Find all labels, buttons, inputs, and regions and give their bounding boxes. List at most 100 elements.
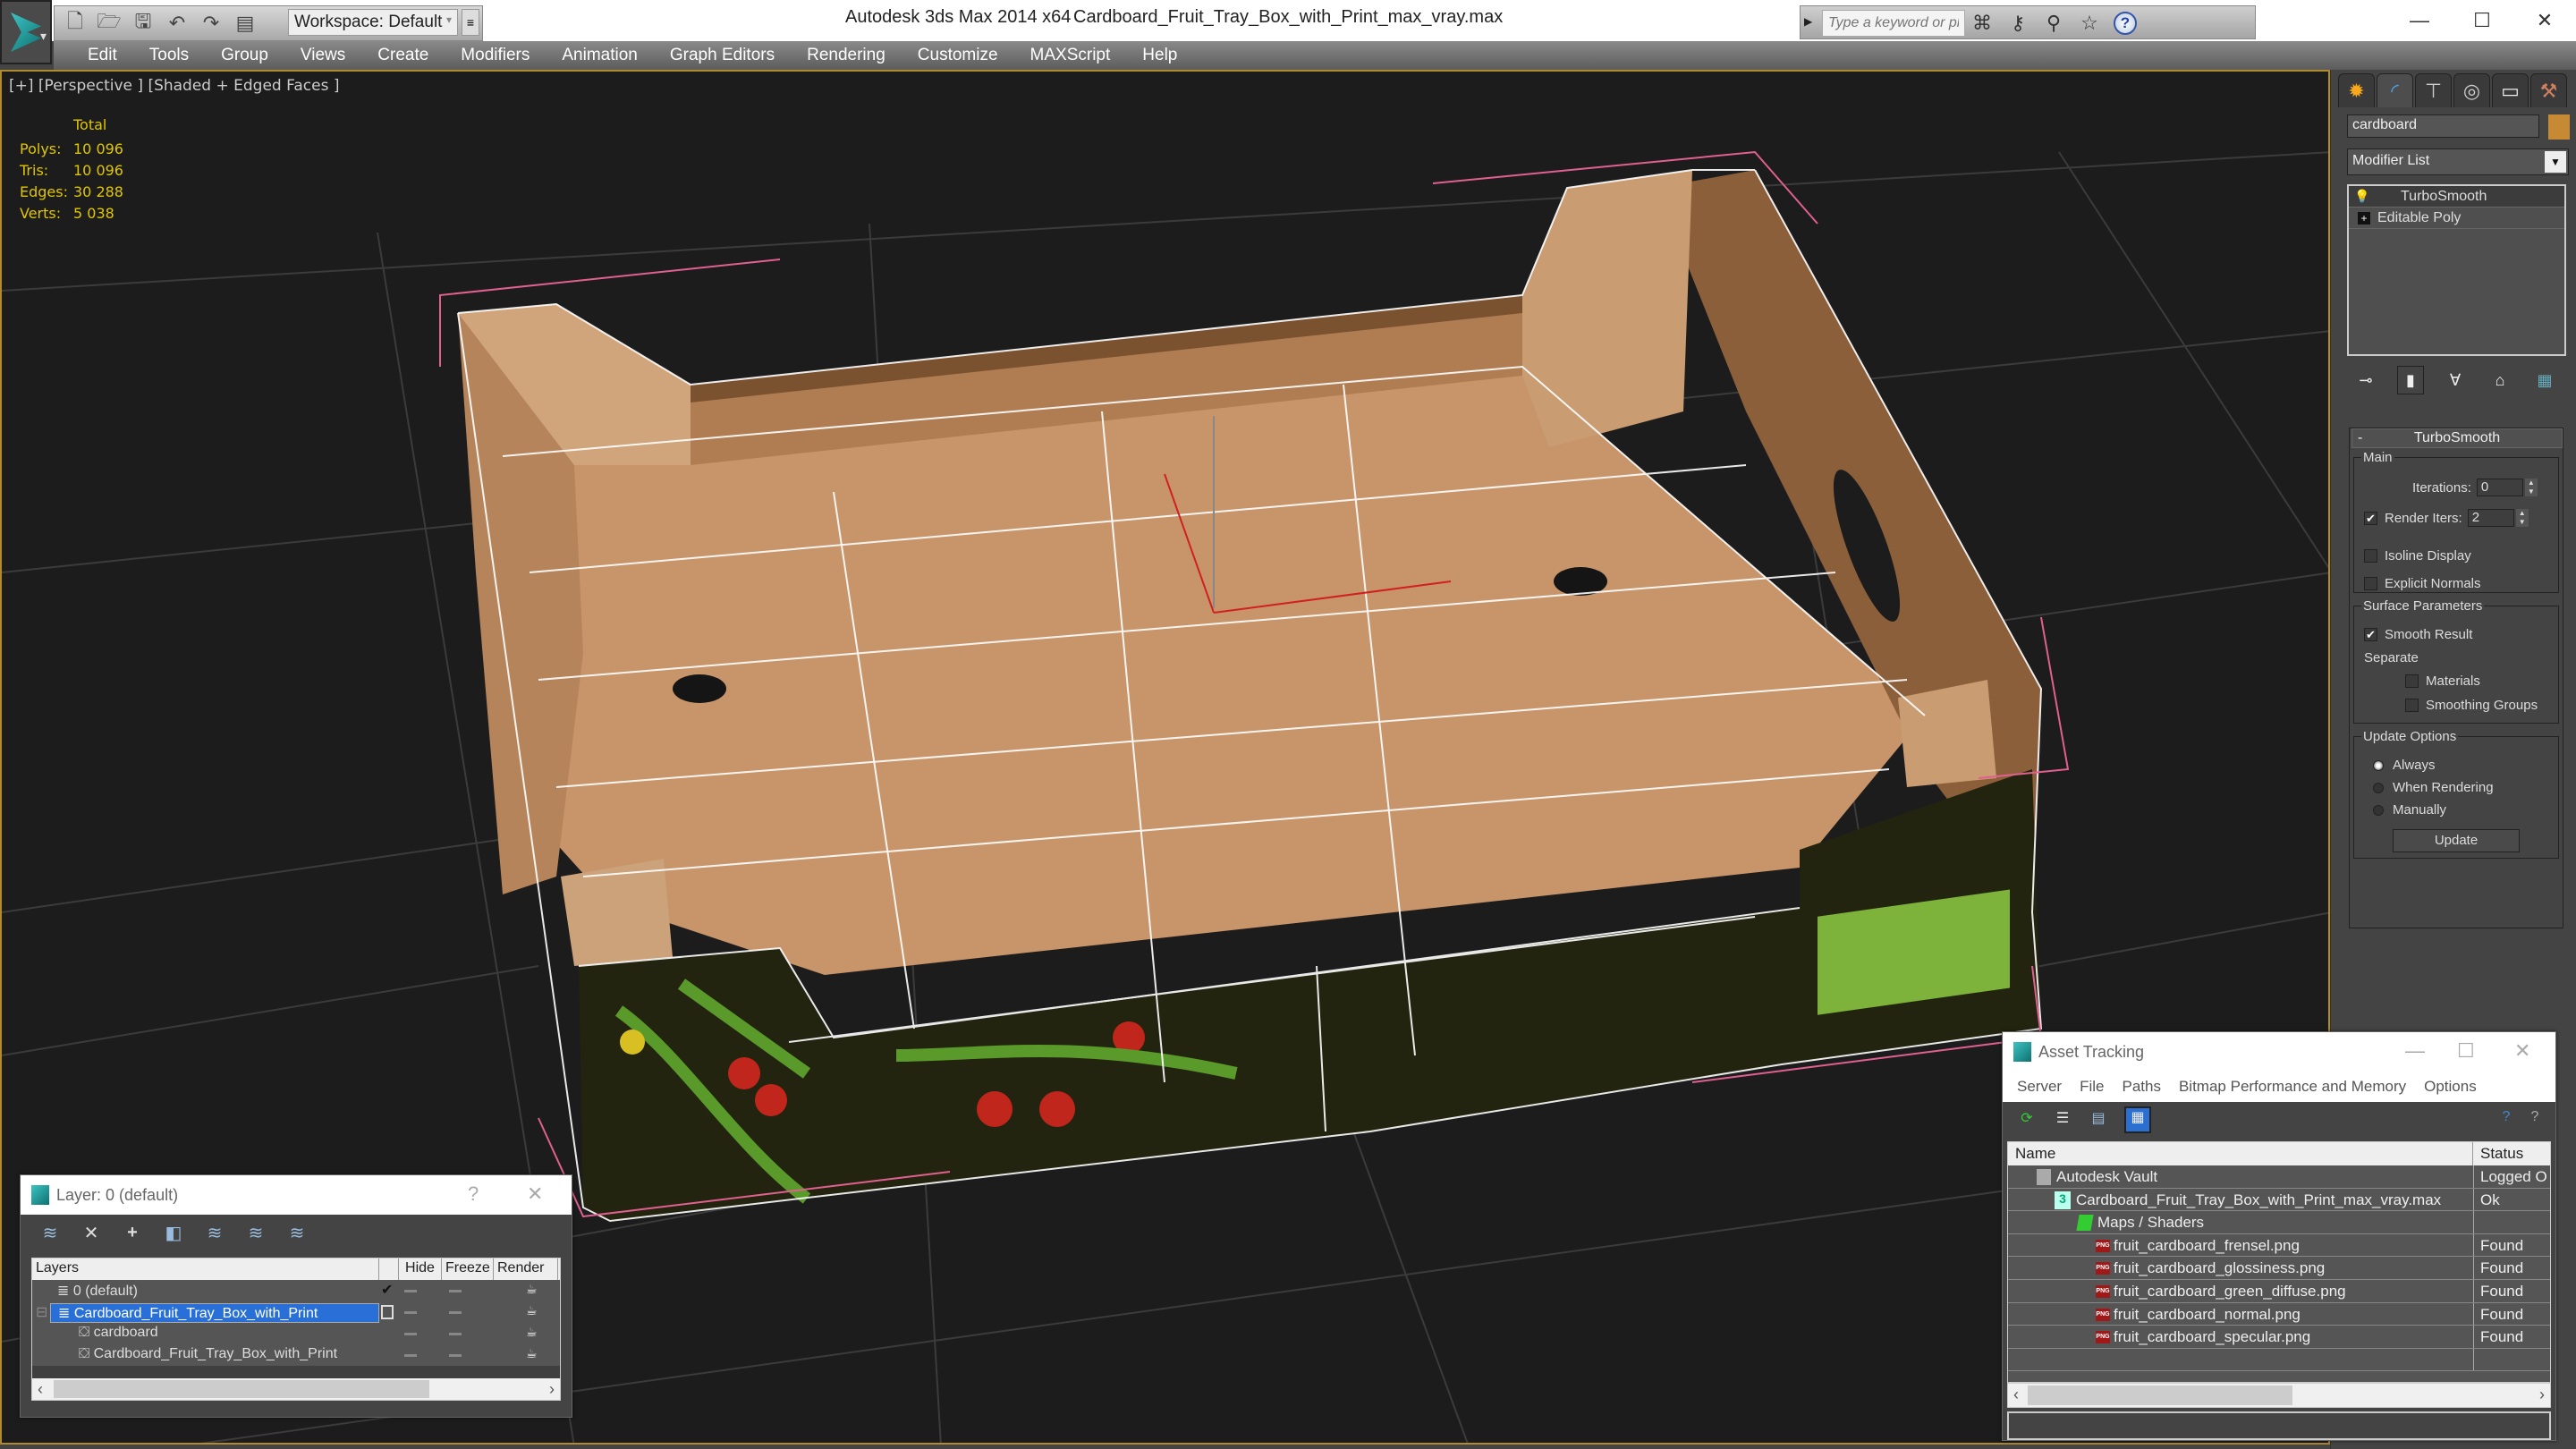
delete-layer-icon[interactable]: ✕ [80, 1222, 103, 1244]
update-button[interactable]: Update [2393, 829, 2520, 852]
column-render[interactable]: Render [494, 1258, 558, 1280]
scroll-right-icon[interactable]: › [2539, 1384, 2545, 1405]
refresh-icon[interactable]: ⟳ [2017, 1109, 2037, 1131]
utilities-tab[interactable]: ⚒ [2530, 73, 2567, 107]
customize-toolbar-button[interactable]: ≡ [462, 9, 479, 36]
hierarchy-tab[interactable]: ⊤ [2415, 73, 2452, 107]
scrollbar-thumb[interactable] [2028, 1385, 2292, 1405]
teapot-render-icon[interactable]: ☕ [526, 1346, 538, 1361]
hide-toggle[interactable] [404, 1354, 417, 1357]
asset-row[interactable]: 3 Cardboard_Fruit_Tray_Box_with_Print_max… [2008, 1188, 2550, 1212]
asset-row[interactable]: Maps / Shaders [2008, 1211, 2550, 1234]
menu-help[interactable]: Help [1126, 46, 1193, 65]
current-layer-box-icon[interactable] [381, 1305, 394, 1319]
render-iters-spinner[interactable]: 2 [2467, 509, 2514, 527]
menu-paths[interactable]: Paths [2113, 1078, 2169, 1096]
stack-item-editable-poly[interactable]: + Editable Poly [2349, 208, 2564, 229]
teapot-render-icon[interactable]: ☕ [526, 1325, 538, 1340]
create-layer-icon[interactable]: ≋ [38, 1222, 62, 1244]
workspace-dropdown[interactable]: Workspace: Default ▾ [288, 9, 458, 36]
menu-views[interactable]: Views [284, 46, 361, 65]
menu-graph-editors[interactable]: Graph Editors [654, 46, 791, 65]
stack-item-turbosmooth[interactable]: 💡 TurboSmooth [2349, 186, 2564, 208]
key-icon[interactable]: ⚷ [2006, 12, 2029, 35]
scroll-left-icon[interactable]: ‹ [2013, 1384, 2019, 1405]
manually-radio[interactable] [2373, 804, 2384, 816]
project-folder-icon[interactable]: ▤ [233, 12, 257, 35]
layer-row[interactable]: ⊟ ≣ Cardboard_Fruit_Tray_Box_with_Print … [32, 1301, 560, 1323]
object-name-field[interactable]: cardboard [2347, 114, 2539, 138]
menu-customize[interactable]: Customize [902, 46, 1014, 65]
asset-row[interactable]: PNG fruit_cardboard_green_diffuse.png Fou… [2008, 1279, 2550, 1303]
help-globe-icon[interactable]: ? [2496, 1109, 2516, 1131]
display-tab[interactable]: ▭ [2492, 73, 2529, 107]
rollout-header[interactable]: - TurboSmooth [2351, 428, 2563, 448]
binoculars-icon[interactable]: ⌘ [1970, 12, 1994, 35]
menu-animation[interactable]: Animation [546, 46, 654, 65]
scrollbar-thumb[interactable] [54, 1380, 429, 1398]
horizontal-scrollbar[interactable]: ‹ › [2007, 1383, 2551, 1408]
when-rendering-radio[interactable] [2373, 782, 2384, 793]
redo-icon[interactable]: ↷ [199, 12, 223, 35]
layer-row[interactable]: ⛋ cardboard ☕ [32, 1323, 560, 1344]
minimize-button[interactable]: — [2388, 0, 2451, 41]
menu-edit[interactable]: Edit [72, 46, 133, 65]
pin-stack-icon[interactable]: ⊸ [2352, 371, 2379, 390]
modifier-list-dropdown[interactable]: Modifier List ▼ [2347, 148, 2569, 175]
layer-row[interactable]: ⛋ Cardboard_Fruit_Tray_Box_with_Print ☕ [32, 1344, 560, 1366]
help-icon[interactable]: ? [2114, 12, 2137, 35]
app-menu-button[interactable]: ▾ [0, 0, 52, 64]
scroll-right-icon[interactable]: › [549, 1378, 555, 1400]
save-icon[interactable]: 🖫 [131, 10, 155, 35]
object-color-swatch[interactable] [2548, 114, 2570, 140]
menu-file[interactable]: File [2071, 1078, 2113, 1096]
column-current[interactable] [379, 1258, 399, 1280]
satellite-icon[interactable]: ⚲ [2042, 12, 2065, 35]
spinner-arrows-icon[interactable]: ▲ ▼ [2515, 509, 2529, 527]
create-tab[interactable]: ✹ [2338, 73, 2375, 107]
asset-row[interactable]: PNG fruit_cardboard_frensel.png Found [2008, 1233, 2550, 1258]
minimize-button[interactable]: — [2405, 1039, 2425, 1063]
maximize-button[interactable]: ☐ [2457, 1039, 2475, 1063]
current-layer-check-icon[interactable]: ✔ [381, 1281, 393, 1299]
asset-window-titlebar[interactable]: Asset Tracking — ☐ ✕ [2003, 1032, 2555, 1072]
new-file-icon[interactable]: 🗋 [64, 10, 87, 35]
hide-toggle[interactable] [404, 1333, 417, 1335]
hide-freeze-all-icon[interactable]: ≋ [285, 1222, 309, 1244]
isoline-checkbox[interactable] [2364, 549, 2377, 563]
teapot-render-icon[interactable]: ☕ [526, 1303, 538, 1318]
menu-modifiers[interactable]: Modifiers [445, 46, 546, 65]
freeze-toggle[interactable] [449, 1354, 462, 1357]
help-icon[interactable]: ? [2525, 1109, 2545, 1131]
menu-create[interactable]: Create [361, 46, 445, 65]
menu-options[interactable]: Options [2415, 1078, 2486, 1096]
close-button[interactable]: ✕ [527, 1182, 543, 1206]
set-current-layer-icon[interactable]: ≋ [244, 1222, 267, 1244]
always-radio[interactable] [2373, 759, 2384, 771]
modify-tab[interactable]: ◜ [2377, 73, 2413, 107]
motion-tab[interactable]: ◎ [2453, 73, 2490, 107]
iterations-spinner[interactable]: 0 [2476, 479, 2523, 496]
select-layer-icon[interactable]: ≋ [203, 1222, 226, 1244]
spinner-arrows-icon[interactable]: ▲ ▼ [2524, 479, 2538, 496]
show-end-result-icon[interactable]: ▮ [2397, 366, 2424, 394]
column-status[interactable]: Status [2473, 1142, 2530, 1165]
star-icon[interactable]: ☆ [2078, 12, 2101, 35]
layer-row[interactable]: ≣ 0 (default) ✔ ☕ [32, 1280, 560, 1301]
menu-tools[interactable]: Tools [133, 46, 205, 65]
asset-row[interactable]: Autodesk Vault Logged O [2008, 1165, 2550, 1189]
select-objects-icon[interactable]: ◧ [162, 1222, 185, 1244]
menu-rendering[interactable]: Rendering [791, 46, 902, 65]
collapse-minus-icon[interactable]: ⊟ [36, 1303, 47, 1321]
menu-server[interactable]: Server [2008, 1078, 2071, 1096]
freeze-toggle[interactable] [449, 1311, 462, 1314]
close-button[interactable]: ✕ [2514, 1039, 2530, 1063]
hide-toggle[interactable] [404, 1290, 417, 1292]
column-hide[interactable]: Hide [399, 1258, 442, 1280]
freeze-toggle[interactable] [449, 1290, 462, 1292]
remove-modifier-icon[interactable]: ⌂ [2487, 371, 2513, 390]
layer-window-titlebar[interactable]: Layer: 0 (default) ? ✕ [21, 1175, 572, 1215]
expand-plus-icon[interactable]: + [2358, 211, 2370, 225]
undo-icon[interactable]: ↶ [165, 12, 189, 35]
configure-modifier-sets-icon[interactable]: ▦ [2531, 371, 2558, 390]
